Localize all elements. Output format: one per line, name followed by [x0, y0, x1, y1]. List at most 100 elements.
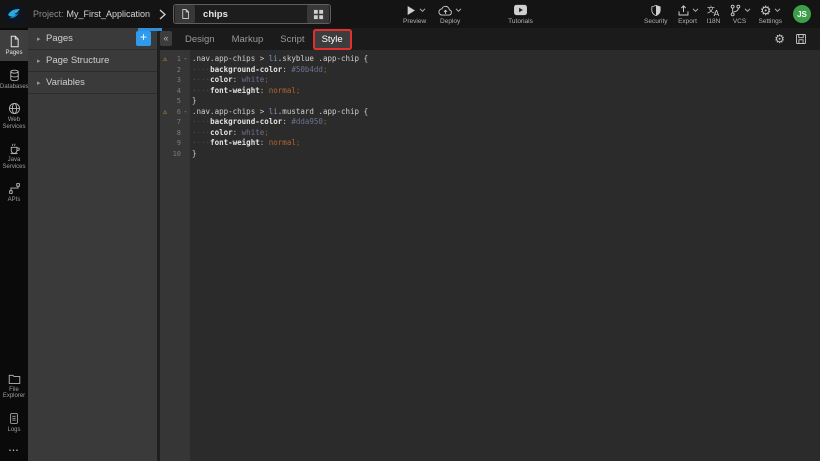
logs-document-icon	[8, 412, 20, 425]
settings-button[interactable]: ⚙ Settings	[759, 3, 783, 25]
editor-tab-list: DesignMarkupScriptStyle	[178, 31, 353, 48]
rail-item-databases[interactable]: Databases	[0, 64, 28, 95]
code-text: .nav.app-chips > li.skyblue .app-chip {	[190, 54, 368, 65]
workspace: « DesignMarkupScriptStyle ⚙ ⚠1-.nav.app-…	[160, 28, 820, 461]
project-label: Project:	[33, 9, 64, 19]
more-options-icon[interactable]: ...	[0, 437, 28, 461]
rail-label: Databases	[0, 84, 28, 91]
rail-label: File Explorer	[0, 387, 28, 400]
pages-icon	[8, 35, 21, 48]
line-number: 7	[170, 117, 181, 128]
caret-right-icon[interactable]: ▸	[37, 57, 46, 65]
tutorials-button[interactable]: Tutorials	[508, 3, 533, 25]
save-button[interactable]	[795, 33, 807, 45]
panel-section-variables[interactable]: ▸ Variables	[28, 72, 157, 94]
database-icon	[8, 69, 21, 82]
rail-item-java-services[interactable]: Java Services	[0, 137, 28, 174]
css-code-editor[interactable]: ⚠1-.nav.app-chips > li.skyblue .app-chip…	[160, 50, 820, 461]
caret-right-icon[interactable]: ▸	[37, 35, 46, 43]
preview-label: Preview	[403, 18, 426, 25]
wavemaker-logo-icon[interactable]	[3, 3, 25, 25]
i18n-button[interactable]: 文A I18N	[707, 3, 721, 25]
panel-section-page-structure[interactable]: ▸ Page Structure	[28, 50, 157, 72]
chevron-down-icon	[455, 8, 462, 13]
rail-item-logs[interactable]: Logs	[0, 407, 28, 438]
project-name[interactable]: My_First_Application	[67, 9, 151, 19]
translate-icon: 文A	[707, 4, 721, 17]
code-line: 9····font-weight: normal;	[160, 138, 820, 149]
active-tab-indicator	[138, 28, 162, 31]
rail-label: Logs	[0, 427, 28, 434]
fold-marker[interactable]: -	[181, 54, 190, 65]
vcs-button[interactable]: VCS	[729, 3, 751, 25]
i18n-label: I18N	[707, 18, 721, 25]
save-floppy-icon	[795, 33, 807, 45]
deploy-button[interactable]: Deploy	[438, 3, 462, 25]
tab-script[interactable]: Script	[273, 31, 311, 48]
line-number: 6	[170, 107, 181, 118]
tab-markup[interactable]: Markup	[225, 31, 271, 48]
rail-item-apis[interactable]: APIs	[0, 177, 28, 208]
code-line: 4 ····font-weight: normal;	[160, 86, 820, 97]
app-root: Project: My_First_Application chips Prev…	[0, 0, 820, 461]
export-label: Export	[678, 18, 697, 25]
preview-button[interactable]: Preview	[403, 3, 426, 25]
style-settings-gear-icon[interactable]: ⚙	[774, 33, 785, 46]
vcs-label: VCS	[733, 18, 746, 25]
gear-icon: ⚙	[760, 4, 772, 17]
warning-icon: ⚠	[160, 54, 170, 65]
line-number: 4	[170, 86, 181, 97]
user-avatar[interactable]: JS	[793, 5, 811, 23]
panel-section-label: Variables	[46, 77, 85, 88]
rail-item-web-services[interactable]: Web Services	[0, 97, 28, 134]
page-tab-chips[interactable]: chips	[173, 4, 331, 24]
rail-item-file-explorer[interactable]: File Explorer	[0, 368, 28, 404]
code-text: ····background-color: #50b4dd;	[190, 65, 327, 76]
export-button[interactable]: Export	[677, 3, 699, 25]
chevron-down-icon	[419, 8, 426, 13]
code-line: 3····color: white;	[160, 75, 820, 86]
export-icon	[677, 4, 690, 17]
code-text: }	[190, 149, 197, 160]
branch-icon	[729, 4, 742, 17]
editor-tabbar: « DesignMarkupScriptStyle ⚙	[160, 28, 820, 50]
tab-style[interactable]: Style	[315, 31, 350, 48]
warning-icon: ⚠	[160, 107, 170, 118]
collapse-panel-icon[interactable]: «	[160, 31, 172, 46]
shield-icon	[650, 4, 662, 17]
svg-text:A: A	[713, 7, 719, 16]
left-rail: Pages Databases Web Services Java Servic…	[0, 28, 28, 461]
body-row: Pages Databases Web Services Java Servic…	[0, 28, 820, 461]
panel-empty-area	[28, 94, 157, 461]
line-number: 1	[170, 54, 181, 65]
rail-label: APIs	[0, 197, 28, 204]
add-page-button[interactable]: +	[136, 31, 151, 46]
code-text: }	[190, 96, 197, 107]
grid-view-icon[interactable]	[307, 5, 329, 23]
panel-section-pages[interactable]: ▸ Pages +	[28, 28, 157, 50]
topbar: Project: My_First_Application chips Prev…	[0, 0, 820, 28]
rail-item-pages[interactable]: Pages	[0, 30, 28, 61]
security-button[interactable]: Security	[644, 3, 667, 25]
fold-marker[interactable]: -	[181, 107, 190, 118]
code-text: ····color: white;	[190, 128, 269, 139]
chevron-down-icon	[692, 8, 699, 13]
rail-bottom-group: File Explorer Logs ...	[0, 368, 28, 461]
coffee-cup-icon	[8, 142, 21, 155]
folder-icon	[8, 373, 21, 385]
settings-label: Settings	[759, 18, 783, 25]
tab-design[interactable]: Design	[178, 31, 222, 48]
code-text: ····font-weight: normal;	[190, 86, 300, 97]
rail-label: Pages	[0, 50, 28, 57]
line-number: 2	[170, 65, 181, 76]
rail-label: Java Services	[0, 157, 28, 170]
tabbar-right-actions: ⚙	[774, 33, 807, 46]
code-line: 2 ····background-color: #50b4dd;	[160, 65, 820, 76]
panel-section-label: Page Structure	[46, 55, 109, 66]
rail-label: Web Services	[0, 117, 28, 130]
code-line: ⚠6-.nav.app-chips > li.mustard .app-chip…	[160, 107, 820, 118]
caret-right-icon[interactable]: ▸	[37, 79, 46, 87]
video-tutorial-icon	[513, 4, 528, 16]
code-lines: ⚠1-.nav.app-chips > li.skyblue .app-chip…	[160, 54, 820, 159]
breadcrumb[interactable]: Project: My_First_Application	[33, 9, 150, 19]
